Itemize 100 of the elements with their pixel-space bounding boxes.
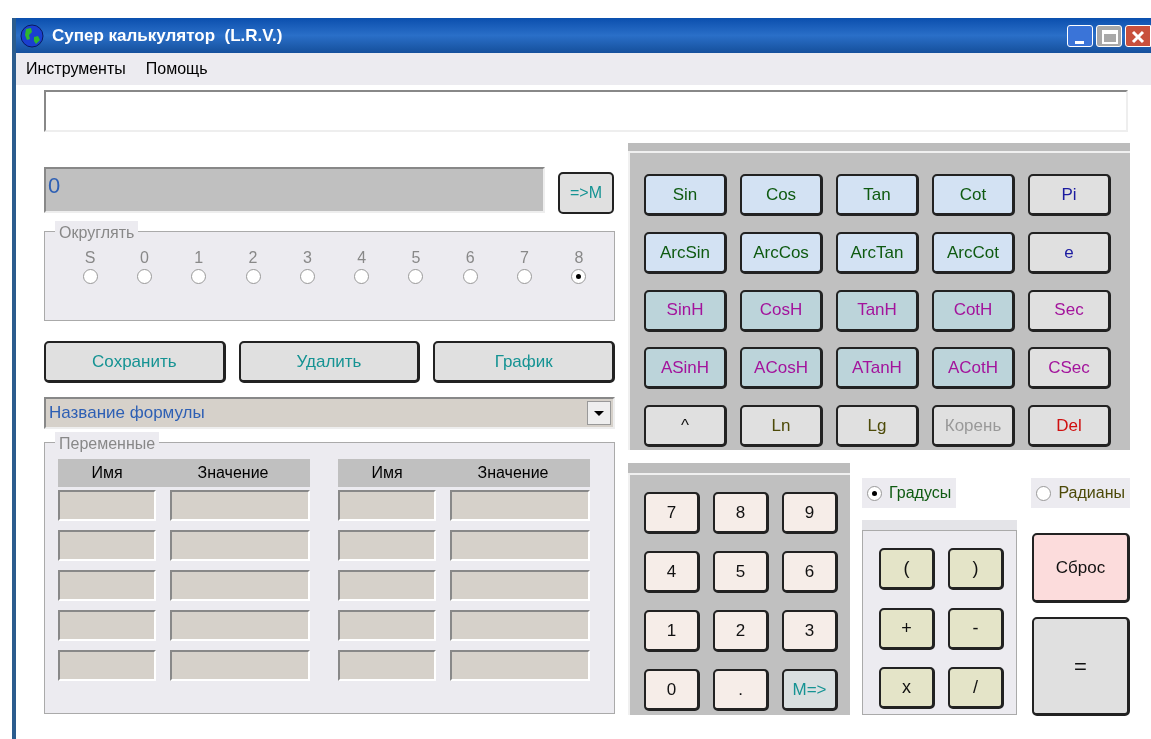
- value-field[interactable]: [170, 650, 310, 681]
- formula-dropdown[interactable]: Название формулы: [44, 397, 615, 429]
- digit-button[interactable]: 4: [644, 551, 700, 593]
- function-button[interactable]: SinH: [644, 289, 727, 332]
- option-label: 7: [520, 248, 529, 268]
- operator-button[interactable]: ): [948, 548, 1004, 590]
- column-header: Имя: [370, 463, 404, 483]
- digit-button[interactable]: .: [713, 669, 769, 711]
- column-header: Значение: [196, 463, 270, 483]
- value-field[interactable]: [170, 530, 310, 561]
- function-button[interactable]: Tan: [836, 174, 919, 216]
- function-button[interactable]: ArcTan: [836, 231, 919, 274]
- radio-button[interactable]: [1036, 485, 1052, 501]
- digit-button[interactable]: 1: [644, 610, 700, 652]
- option-label: 4: [357, 248, 367, 268]
- radio-button[interactable]: [517, 269, 533, 284]
- value-field[interactable]: [170, 490, 310, 521]
- name-field[interactable]: [338, 650, 436, 681]
- radio-button[interactable]: [354, 269, 370, 284]
- function-button[interactable]: ACotH: [932, 347, 1015, 390]
- window-title: Супер калькулятор (L.R.V.): [52, 24, 283, 47]
- function-button[interactable]: e: [1028, 231, 1111, 274]
- function-button[interactable]: Del: [1028, 405, 1111, 448]
- operator-button[interactable]: /: [948, 667, 1004, 710]
- digit-button[interactable]: 9: [782, 492, 838, 534]
- option-label: 8: [574, 248, 584, 268]
- function-button[interactable]: ASinH: [644, 347, 727, 390]
- maximize-icon: [1102, 29, 1118, 44]
- name-field[interactable]: [58, 610, 156, 641]
- function-button[interactable]: ^: [644, 405, 727, 448]
- function-button[interactable]: ATanH: [836, 347, 919, 390]
- formula-input[interactable]: [44, 90, 1128, 132]
- radio-button[interactable]: [245, 269, 261, 284]
- radio-button[interactable]: [136, 269, 152, 284]
- digit-button[interactable]: 6: [782, 551, 838, 593]
- radio-button[interactable]: [299, 269, 315, 284]
- radio-button[interactable]: [571, 269, 587, 284]
- radio-button[interactable]: [462, 269, 478, 284]
- dropdown-value: Название формулы: [49, 402, 205, 425]
- option-label: 0: [140, 248, 149, 268]
- radio-button[interactable]: [867, 485, 882, 501]
- name-field[interactable]: [58, 530, 156, 561]
- value-field[interactable]: [170, 610, 310, 641]
- name-field[interactable]: [338, 610, 436, 641]
- option-label: 1: [194, 248, 204, 268]
- value-field[interactable]: [450, 530, 590, 561]
- menu-item[interactable]: Помощь: [145, 57, 208, 81]
- function-button[interactable]: Lg: [836, 405, 919, 448]
- minimize-icon: [1075, 40, 1084, 44]
- radio-button[interactable]: [82, 269, 98, 284]
- function-button[interactable]: ACosH: [740, 347, 823, 390]
- function-button[interactable]: TanH: [836, 289, 919, 332]
- name-field[interactable]: [338, 490, 436, 521]
- digit-button[interactable]: 2: [713, 610, 769, 652]
- menu-item[interactable]: Инструменты: [26, 57, 126, 81]
- function-button[interactable]: ArcCot: [932, 231, 1015, 274]
- function-button[interactable]: Sec: [1028, 289, 1111, 332]
- function-button[interactable]: Cos: [740, 174, 823, 216]
- reset-button[interactable]: Сброс: [1032, 533, 1130, 603]
- function-button[interactable]: CotH: [932, 289, 1015, 332]
- value-field[interactable]: [170, 570, 310, 601]
- radio-label: Градусы: [889, 483, 952, 503]
- function-button[interactable]: ArcCos: [740, 231, 823, 274]
- operator-button[interactable]: (: [879, 548, 935, 590]
- function-button[interactable]: ArcSin: [644, 231, 727, 274]
- option-label: 6: [465, 248, 475, 268]
- value-field[interactable]: [450, 490, 590, 521]
- value-field[interactable]: [450, 610, 590, 641]
- name-field[interactable]: [58, 570, 156, 601]
- digit-button[interactable]: 3: [782, 610, 838, 652]
- name-field[interactable]: [338, 570, 436, 601]
- function-button[interactable]: Ln: [740, 405, 823, 448]
- function-button[interactable]: Cot: [932, 174, 1015, 216]
- result-value: 0: [48, 173, 61, 198]
- name-field[interactable]: [338, 530, 436, 561]
- radio-button[interactable]: [408, 269, 424, 284]
- column-header: Имя: [90, 463, 124, 483]
- value-field[interactable]: [450, 570, 590, 601]
- value-field[interactable]: [450, 650, 590, 681]
- function-button[interactable]: CosH: [740, 289, 823, 332]
- minimize-button[interactable]: [1067, 24, 1093, 47]
- digit-button[interactable]: 7: [644, 492, 700, 534]
- option-label: 3: [302, 248, 312, 268]
- radio-button[interactable]: [191, 269, 207, 284]
- name-field[interactable]: [58, 490, 156, 521]
- function-button[interactable]: CSec: [1028, 347, 1111, 390]
- digit-button[interactable]: 0: [644, 669, 700, 711]
- option-label: 2: [248, 248, 258, 268]
- digit-button[interactable]: 8: [713, 492, 769, 534]
- operator-button[interactable]: -: [948, 607, 1004, 650]
- digit-button[interactable]: 5: [713, 551, 769, 593]
- function-button[interactable]: Sin: [644, 174, 727, 216]
- operator-button[interactable]: x: [879, 667, 935, 710]
- operator-button[interactable]: +: [879, 607, 935, 650]
- column-header: Значение: [476, 463, 550, 483]
- equals-button[interactable]: =: [1032, 617, 1130, 716]
- name-field[interactable]: [58, 650, 156, 681]
- close-button[interactable]: [1125, 24, 1151, 47]
- option-label: 5: [411, 248, 421, 268]
- function-button[interactable]: Pi: [1028, 174, 1111, 216]
